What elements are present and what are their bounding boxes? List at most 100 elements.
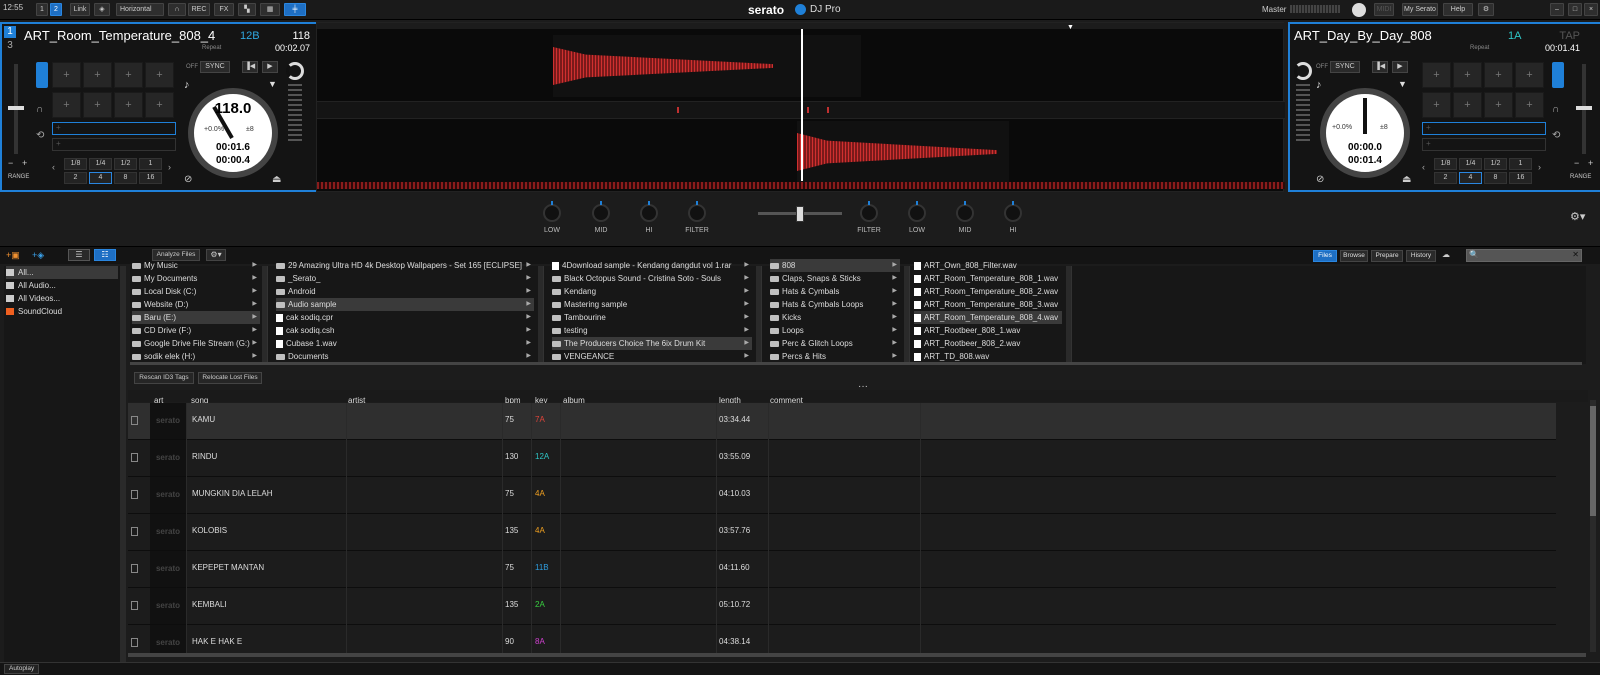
folder-item[interactable]: 4Download sample - Kendang dangdut vol 1… <box>552 259 752 272</box>
folder-item[interactable]: Perc & Glitch Loops ▶ <box>770 337 900 350</box>
censor-icon[interactable]: ⊘ <box>184 174 192 185</box>
column-scrollbar[interactable] <box>538 266 543 362</box>
table-row[interactable]: serato MUNGKIN DIA LELAH 75 4A 04:10.03 <box>128 477 1556 514</box>
cue-pad[interactable]: + <box>52 62 81 88</box>
soundcloud-icon[interactable]: ☁ <box>1442 250 1450 259</box>
drag-handle-icon[interactable] <box>131 416 138 425</box>
range-button[interactable]: RANGE <box>1570 174 1591 180</box>
cue-pad[interactable]: + <box>1453 62 1482 88</box>
column-scrollbar[interactable] <box>262 266 267 362</box>
loop-size-button[interactable]: 1/8 <box>64 158 87 170</box>
cue-pad[interactable]: + <box>1484 92 1513 118</box>
folder-item[interactable]: Kicks ▶ <box>770 311 900 324</box>
headphone-cue-icon[interactable]: ∩ <box>1552 104 1564 115</box>
waveform-area[interactable]: ▼ <box>316 22 1285 192</box>
tab-files[interactable]: Files <box>1313 250 1337 262</box>
cue-icon[interactable]: ▐◀ <box>242 61 258 73</box>
pitch-minus-button[interactable]: − <box>1574 158 1584 168</box>
folder-item[interactable]: Hats & Cymbals Loops ▶ <box>770 298 900 311</box>
loop-next-icon[interactable]: › <box>1538 162 1541 172</box>
shield-icon[interactable]: ◈ <box>94 3 110 16</box>
loop-size-button[interactable]: 1/2 <box>114 158 137 170</box>
relocate-files-button[interactable]: Relocate Lost Files <box>198 372 262 384</box>
sidebar-item[interactable]: All Videos... <box>6 292 118 305</box>
column-scrollbar[interactable] <box>756 266 761 362</box>
loop-size-button[interactable]: 4 <box>1459 172 1482 184</box>
help-button[interactable]: Help <box>1443 3 1473 16</box>
browser-hscroll[interactable] <box>130 362 1582 365</box>
pitch-plus-button[interactable]: + <box>1588 158 1598 168</box>
drive-item[interactable]: My Documents ▶ <box>132 272 260 285</box>
folder-item[interactable]: Loops ▶ <box>770 324 900 337</box>
settings-gear-icon[interactable]: ⚙ <box>1478 3 1494 16</box>
cue-pad[interactable]: + <box>1515 92 1544 118</box>
table-row[interactable]: serato KEPEPET MANTAN 75 11B 04:11.60 <box>128 551 1556 588</box>
file-item[interactable]: ART_Room_Temperature_808_2.wav <box>914 285 1062 298</box>
eq-knob[interactable] <box>543 201 561 222</box>
link-button[interactable]: Link <box>70 3 90 16</box>
search-clear-icon[interactable]: ✕ <box>1572 250 1579 259</box>
mixer-icon[interactable]: ╪ <box>284 3 306 16</box>
cue-icon[interactable]: ▐◀ <box>1372 61 1388 73</box>
loop-prev-icon[interactable]: ‹ <box>52 162 55 172</box>
range-button[interactable]: RANGE <box>8 174 29 180</box>
table-row[interactable]: serato KAMU 75 7A 03:34.44 <box>128 403 1556 440</box>
folder-item[interactable]: 808 ▶ <box>770 259 900 272</box>
deck-2-toggle[interactable]: 2 <box>50 3 62 16</box>
detail-view-icon[interactable]: ☷ <box>94 249 116 261</box>
sampler-icon[interactable]: ▚ <box>238 3 256 16</box>
eq-knob[interactable] <box>1004 201 1022 222</box>
loop-slot-2[interactable]: + <box>52 138 176 151</box>
cue-pad[interactable]: + <box>1515 62 1544 88</box>
rec-button[interactable]: REC <box>188 3 210 16</box>
cue-pad[interactable]: + <box>145 92 174 118</box>
eq-knob[interactable] <box>956 201 974 222</box>
power-icon[interactable] <box>1352 3 1366 17</box>
loop-size-button[interactable]: 8 <box>114 172 137 184</box>
drive-item[interactable]: My Music ▶ <box>132 259 260 272</box>
crossfader-handle[interactable] <box>796 206 804 222</box>
cue-pad[interactable]: + <box>1422 62 1451 88</box>
folder-item[interactable]: cak sodiq.csh ▶ <box>276 324 534 337</box>
cue-pad[interactable]: + <box>83 92 112 118</box>
loop-size-button[interactable]: 1 <box>139 158 162 170</box>
loop-slot-1[interactable]: + <box>1422 122 1546 135</box>
file-item[interactable]: ART_Room_Temperature_808_4.wav <box>914 311 1062 324</box>
file-item[interactable]: ART_Rootbeer_808_1.wav <box>914 324 1062 337</box>
table-scroll-thumb[interactable] <box>1590 406 1596 516</box>
vinyl-mode-icon[interactable] <box>1294 62 1312 80</box>
keylock-icon[interactable] <box>36 62 48 88</box>
cue-pad[interactable]: + <box>1484 62 1513 88</box>
loop-size-button[interactable]: 8 <box>1484 172 1507 184</box>
eq-knob[interactable] <box>860 201 878 222</box>
tempo-down-icon[interactable]: ▼ <box>1398 79 1407 89</box>
loop-slot-2[interactable]: + <box>1422 138 1546 151</box>
cue-pad[interactable]: + <box>114 62 143 88</box>
pitch-slider-handle[interactable] <box>8 106 24 110</box>
folder-item[interactable]: Mastering sample ▶ <box>552 298 752 311</box>
layout-select[interactable]: Horizontal <box>116 3 164 16</box>
tap-button[interactable]: TAP <box>1552 30 1580 42</box>
vinyl-mode-icon[interactable] <box>286 62 304 80</box>
file-item[interactable]: ART_Own_808_Filter.wav <box>914 259 1062 272</box>
folder-item[interactable]: Audio sample ▶ <box>276 298 534 311</box>
eq-knob[interactable] <box>640 201 658 222</box>
loop-size-button[interactable]: 2 <box>1434 172 1457 184</box>
fx-button[interactable]: FX <box>214 3 234 16</box>
eject-icon[interactable]: ⏏ <box>272 174 281 185</box>
maximize-icon[interactable]: □ <box>1568 3 1582 16</box>
add-crate-icon[interactable]: +▣ <box>6 250 20 261</box>
file-item[interactable]: ART_Rootbeer_808_2.wav <box>914 337 1062 350</box>
list-view-icon[interactable]: ☰ <box>68 249 90 261</box>
platter[interactable]: +0.0% ±8 00:00.0 00:01.4 <box>1320 88 1410 178</box>
loop-size-button[interactable]: 1/4 <box>89 158 112 170</box>
loop-size-button[interactable]: 16 <box>139 172 162 184</box>
folder-item[interactable]: Cubase 1.wav ▶ <box>276 337 534 350</box>
deck-number-alt[interactable]: 3 <box>4 40 16 52</box>
table-row[interactable]: serato KEMBALI 135 2A 05:10.72 <box>128 588 1556 625</box>
cue-pad[interactable]: + <box>114 92 143 118</box>
loop-size-button[interactable]: 1/4 <box>1459 158 1482 170</box>
loop-icon[interactable]: ⟲ <box>36 130 48 141</box>
drag-handle-icon[interactable] <box>131 490 138 499</box>
headphone-cue-icon[interactable]: ∩ <box>36 104 48 115</box>
